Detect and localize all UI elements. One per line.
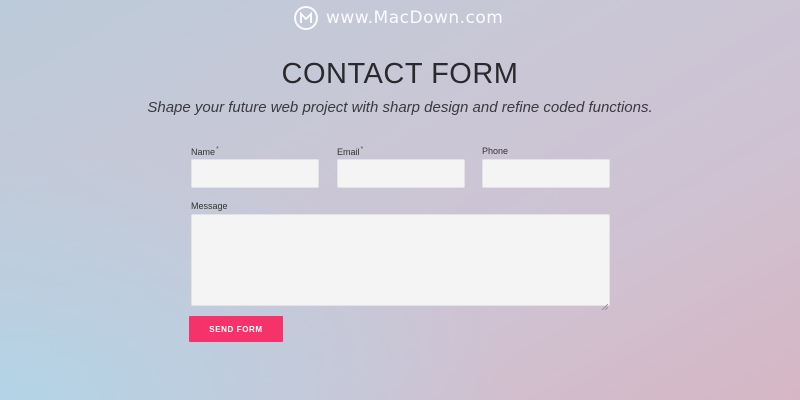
email-input[interactable] bbox=[337, 159, 465, 188]
watermark: www.MacDown.com bbox=[294, 6, 503, 30]
message-textarea[interactable] bbox=[191, 214, 610, 311]
message-label-text: Message bbox=[191, 201, 228, 211]
send-form-button[interactable]: SEND FORM bbox=[189, 316, 283, 342]
contact-page: { "watermark": { "text": "www.MacDown.co… bbox=[0, 0, 800, 400]
message-label: Message bbox=[191, 201, 228, 211]
phone-label: Phone bbox=[482, 146, 508, 156]
page-title: CONTACT FORM bbox=[281, 58, 519, 90]
phone-input[interactable] bbox=[482, 159, 610, 188]
phone-label-text: Phone bbox=[482, 146, 509, 156]
email-required-mark: * bbox=[360, 146, 364, 153]
name-required-mark: * bbox=[216, 146, 219, 153]
email-label-text: Email bbox=[337, 147, 360, 157]
name-label: Name* bbox=[191, 146, 219, 157]
name-label-text: Name bbox=[191, 147, 216, 157]
email-label: Email* bbox=[337, 146, 363, 157]
name-input[interactable] bbox=[191, 159, 319, 188]
macdown-logo-icon bbox=[294, 6, 318, 30]
resize-handle-icon[interactable] bbox=[601, 297, 609, 311]
page-subtitle: Shape your future web project with sharp… bbox=[147, 99, 653, 116]
watermark-text: www.MacDown.com bbox=[326, 8, 504, 28]
